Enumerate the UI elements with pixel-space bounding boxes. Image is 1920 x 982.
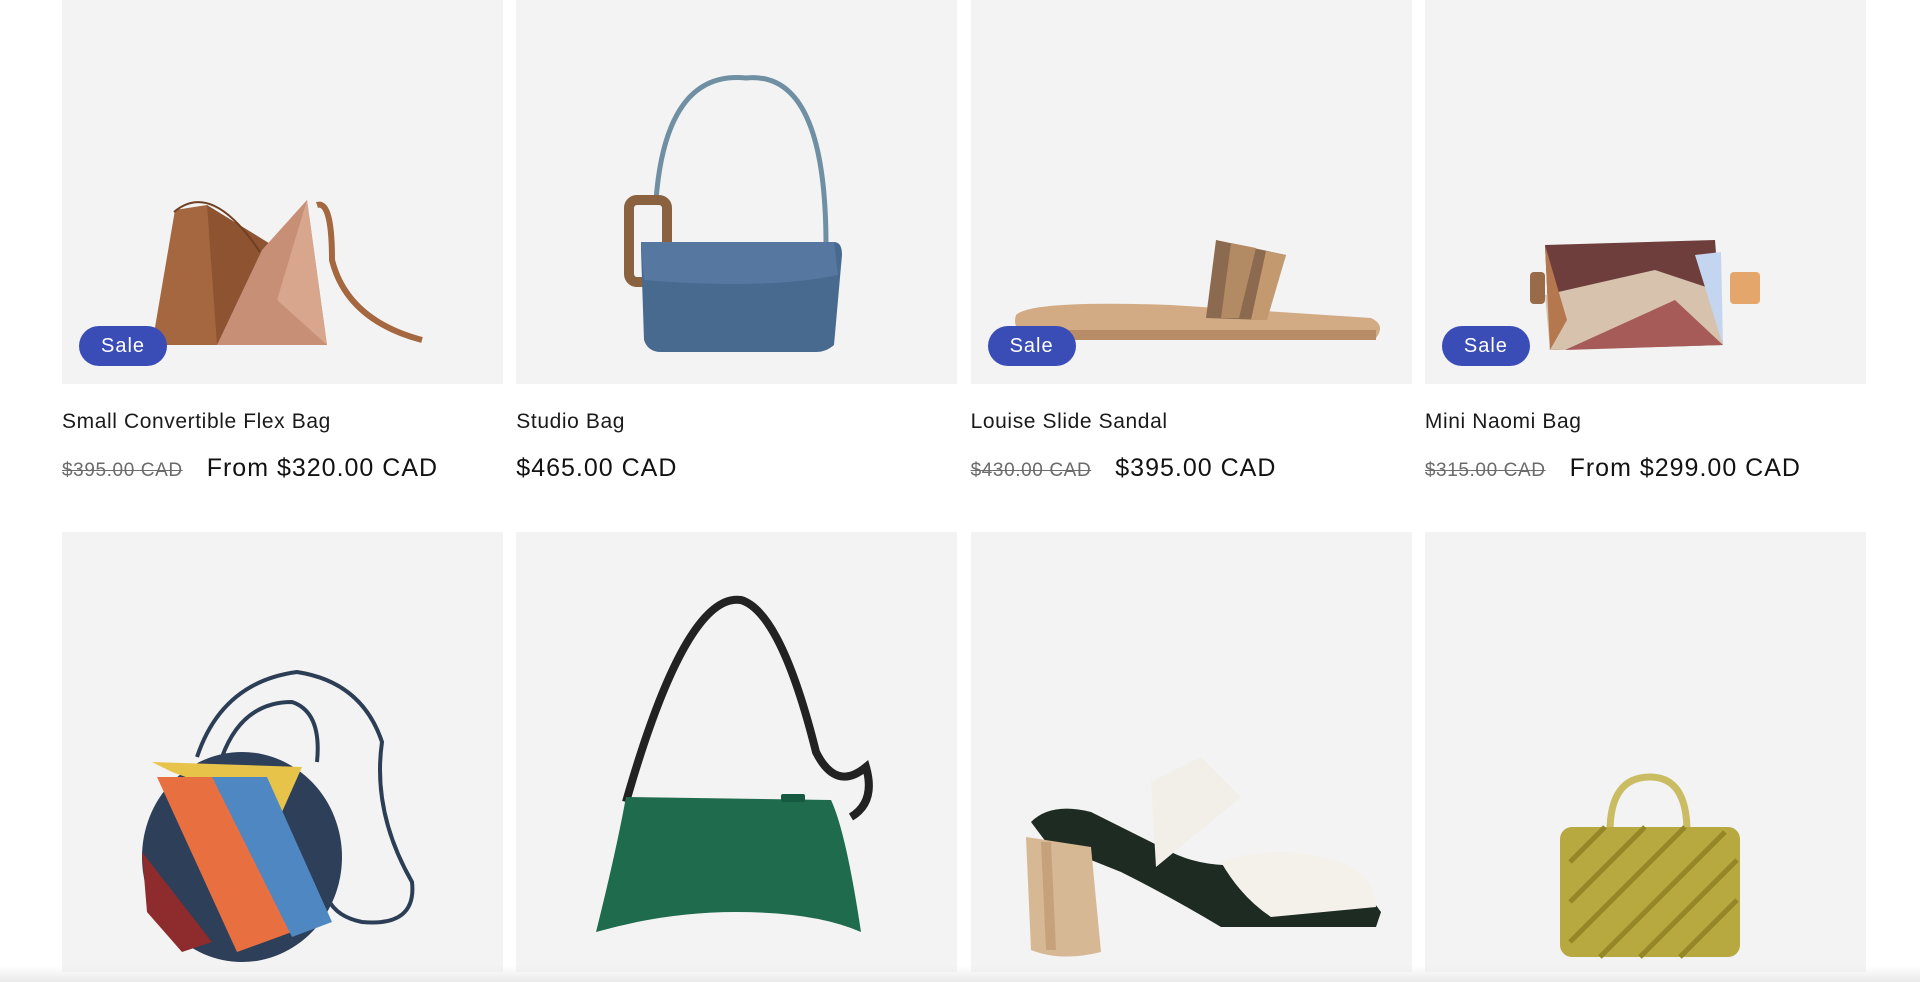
product-card[interactable]: Sale Small Convertible Flex Bag $395.00 … xyxy=(62,0,503,482)
product-image[interactable] xyxy=(516,0,958,384)
product-card[interactable] xyxy=(62,532,503,972)
product-card[interactable] xyxy=(1424,532,1866,972)
regular-price: $465.00 CAD xyxy=(516,454,678,482)
product-image[interactable] xyxy=(1424,532,1866,972)
compare-at-price: $395.00 CAD xyxy=(62,460,183,481)
sale-badge: Sale xyxy=(79,326,168,366)
green-shoulder-bag-image xyxy=(596,595,874,932)
product-card[interactable]: Sale Louise Slide Sandal $430.00 CAD $39… xyxy=(970,0,1412,482)
product-grid: Sale Small Convertible Flex Bag $395.00 … xyxy=(62,0,1866,972)
product-image[interactable]: Sale xyxy=(1424,0,1866,384)
olive-top-handle-bag-image xyxy=(1559,773,1740,959)
product-image[interactable] xyxy=(516,532,958,972)
sale-price: $395.00 CAD xyxy=(1115,454,1277,482)
product-title[interactable]: Louise Slide Sandal xyxy=(971,410,1168,434)
page-bottom-edge xyxy=(0,966,1920,982)
product-title[interactable]: Small Convertible Flex Bag xyxy=(62,410,331,434)
product-card[interactable] xyxy=(970,532,1412,972)
striped-bucket-bag-image xyxy=(142,669,415,962)
product-price: $430.00 CAD $395.00 CAD xyxy=(971,454,1277,483)
product-image[interactable]: Sale xyxy=(970,0,1412,384)
product-image[interactable]: Sale xyxy=(62,0,503,384)
sale-badge: Sale xyxy=(987,326,1076,366)
product-title[interactable]: Mini Naomi Bag xyxy=(1425,410,1582,434)
white-heeled-mule-image xyxy=(1025,757,1381,957)
sale-price: From $320.00 CAD xyxy=(206,454,439,482)
product-title[interactable]: Studio Bag xyxy=(516,410,625,434)
compare-at-price: $430.00 CAD xyxy=(970,460,1092,481)
product-card[interactable] xyxy=(516,532,958,972)
sale-price: From $299.00 CAD xyxy=(1569,454,1801,482)
product-price: $315.00 CAD From $299.00 CAD xyxy=(1425,454,1801,483)
sale-badge: Sale xyxy=(1441,326,1530,366)
compare-at-price: $315.00 CAD xyxy=(1424,460,1546,481)
product-image[interactable] xyxy=(62,532,503,972)
product-image[interactable] xyxy=(970,532,1412,972)
studio-bag-image xyxy=(624,75,843,352)
product-card[interactable]: Sale Mini Naomi Bag $315.00 CAD From $29… xyxy=(1424,0,1866,482)
product-card[interactable]: Studio Bag $465.00 CAD xyxy=(516,0,958,482)
product-price: $465.00 CAD xyxy=(516,454,677,483)
product-price: $395.00 CAD From $320.00 CAD xyxy=(62,454,438,483)
